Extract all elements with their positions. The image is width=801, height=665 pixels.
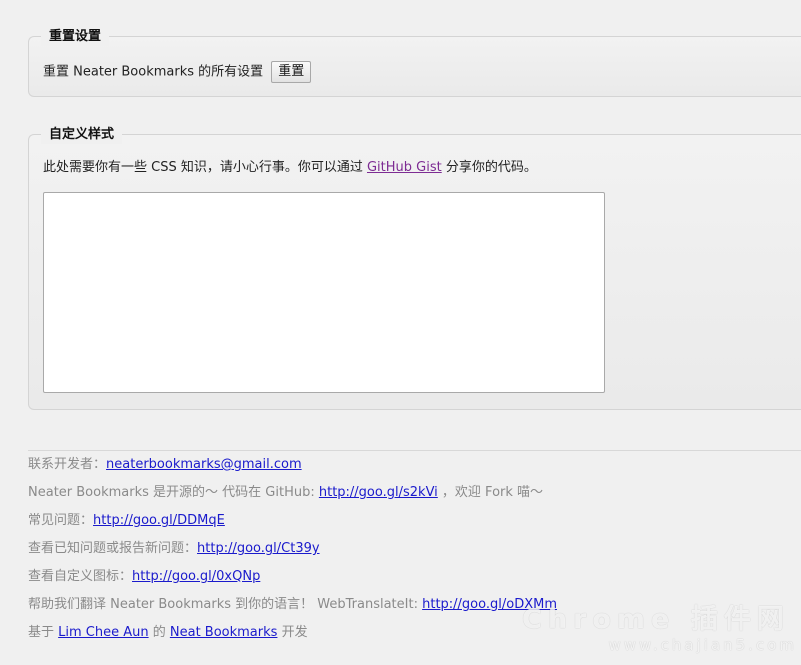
- watermark-sub: www.chajian5.com: [608, 636, 797, 654]
- github-repo-link[interactable]: http://goo.gl/s2kVi: [319, 485, 438, 500]
- footer-credits: 基于 Lim Chee Aun 的 Neat Bookmarks 开发: [28, 624, 308, 642]
- faq-label: 常见问题：: [28, 513, 94, 528]
- opensource-label: Neater Bookmarks 是开源的～ 代码在 GitHub:: [28, 485, 319, 500]
- contact-email-link[interactable]: neaterbookmarks@gmail.com: [106, 457, 302, 472]
- credits-suffix: 开发: [277, 625, 308, 640]
- footer-opensource: Neater Bookmarks 是开源的～ 代码在 GitHub: http:…: [28, 484, 543, 502]
- issues-link[interactable]: http://goo.gl/Ct39y: [197, 541, 320, 556]
- neat-bookmarks-link[interactable]: Neat Bookmarks: [170, 625, 278, 640]
- opensource-suffix: ，欢迎 Fork 喵～: [437, 485, 544, 500]
- credits-middle: 的: [148, 625, 170, 640]
- contact-label: 联系开发者：: [28, 457, 107, 472]
- author-link[interactable]: Lim Chee Aun: [58, 625, 148, 640]
- reset-settings-legend: 重置设置: [41, 28, 110, 46]
- custom-style-description-suffix: 分享你的代码。: [441, 160, 537, 175]
- reset-button[interactable]: 重置: [271, 61, 312, 83]
- footer-divider: [28, 450, 801, 451]
- translate-link[interactable]: http://goo.gl/oDXMm: [422, 597, 557, 612]
- footer-faq: 常见问题：http://goo.gl/DDMqE: [28, 512, 225, 530]
- custom-style-section: 自定义样式 此处需要你有一些 CSS 知识，请小心行事。你可以通过 GitHub…: [28, 126, 801, 410]
- credits-prefix: 基于: [28, 625, 59, 640]
- faq-link[interactable]: http://goo.gl/DDMqE: [93, 513, 225, 528]
- footer-translate: 帮助我们翻译 Neater Bookmarks 到你的语言！ WebTransl…: [28, 596, 557, 614]
- reset-settings-description: 重置 Neater Bookmarks 的所有设置: [43, 64, 264, 80]
- footer-contact: 联系开发者：neaterbookmarks@gmail.com: [28, 456, 302, 474]
- github-gist-link[interactable]: GitHub Gist: [367, 160, 442, 175]
- translate-label: 帮助我们翻译 Neater Bookmarks 到你的语言！ WebTransl…: [28, 597, 423, 612]
- custom-style-description: 此处需要你有一些 CSS 知识，请小心行事。你可以通过 GitHub Gist …: [43, 158, 537, 178]
- icons-link[interactable]: http://goo.gl/0xQNp: [132, 569, 260, 584]
- icons-label: 查看自定义图标：: [28, 569, 133, 584]
- footer-issues: 查看已知问题或报告新问题：http://goo.gl/Ct39y: [28, 540, 320, 558]
- issues-label: 查看已知问题或报告新问题：: [28, 541, 198, 556]
- reset-settings-row: 重置 Neater Bookmarks 的所有设置 重置: [43, 61, 312, 83]
- footer-icons: 查看自定义图标：http://goo.gl/0xQNp: [28, 568, 260, 586]
- watermark: Chrome 插件网 www.chajian5.com: [522, 604, 801, 654]
- custom-style-description-prefix: 此处需要你有一些 CSS 知识，请小心行事。你可以通过: [43, 160, 367, 175]
- custom-css-textarea[interactable]: [43, 192, 605, 393]
- custom-style-legend: 自定义样式: [41, 126, 123, 144]
- watermark-main: Chrome 插件网: [522, 604, 790, 635]
- reset-settings-section: 重置设置 重置 Neater Bookmarks 的所有设置 重置: [28, 28, 801, 97]
